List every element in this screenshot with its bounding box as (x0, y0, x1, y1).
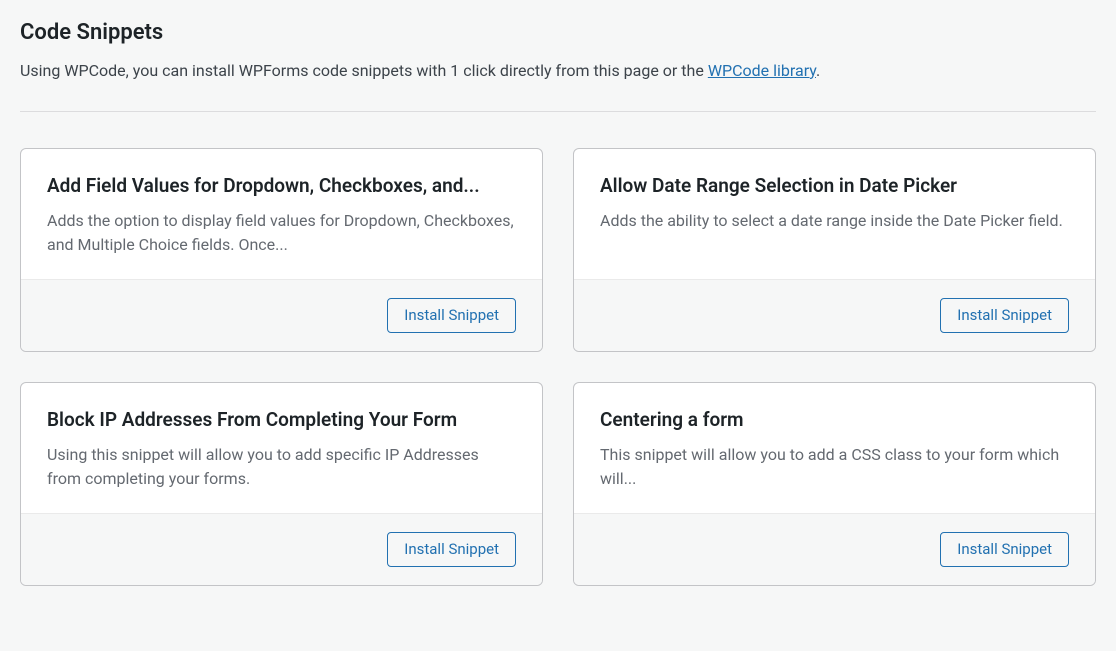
card-body: Centering a form This snippet will allow… (574, 383, 1095, 513)
snippet-title: Add Field Values for Dropdown, Checkboxe… (47, 173, 516, 199)
snippet-card: Allow Date Range Selection in Date Picke… (573, 148, 1096, 352)
intro-suffix: . (816, 61, 820, 80)
card-body: Add Field Values for Dropdown, Checkboxe… (21, 149, 542, 279)
snippet-description: Adds the option to display field values … (47, 209, 516, 257)
page-intro: Using WPCode, you can install WPForms co… (20, 59, 1096, 83)
install-snippet-button[interactable]: Install Snippet (940, 298, 1069, 334)
wpcode-library-link[interactable]: WPCode library (708, 61, 816, 80)
snippet-card: Centering a form This snippet will allow… (573, 382, 1096, 586)
page-title: Code Snippets (20, 20, 1096, 45)
snippet-grid: Add Field Values for Dropdown, Checkboxe… (20, 148, 1096, 586)
page-header: Code Snippets Using WPCode, you can inst… (20, 20, 1096, 83)
snippet-title: Allow Date Range Selection in Date Picke… (600, 173, 1069, 199)
install-snippet-button[interactable]: Install Snippet (387, 298, 516, 334)
card-footer: Install Snippet (574, 513, 1095, 586)
snippet-title: Block IP Addresses From Completing Your … (47, 407, 516, 433)
install-snippet-button[interactable]: Install Snippet (940, 532, 1069, 568)
card-footer: Install Snippet (574, 279, 1095, 352)
card-footer: Install Snippet (21, 279, 542, 352)
card-body: Allow Date Range Selection in Date Picke… (574, 149, 1095, 279)
snippet-card: Add Field Values for Dropdown, Checkboxe… (20, 148, 543, 352)
intro-prefix: Using WPCode, you can install WPForms co… (20, 61, 708, 80)
snippet-description: Adds the ability to select a date range … (600, 209, 1069, 233)
card-footer: Install Snippet (21, 513, 542, 586)
section-divider (20, 111, 1096, 112)
snippet-description: Using this snippet will allow you to add… (47, 443, 516, 491)
snippet-description: This snippet will allow you to add a CSS… (600, 443, 1069, 491)
card-body: Block IP Addresses From Completing Your … (21, 383, 542, 513)
snippet-card: Block IP Addresses From Completing Your … (20, 382, 543, 586)
snippet-title: Centering a form (600, 407, 1069, 433)
install-snippet-button[interactable]: Install Snippet (387, 532, 516, 568)
